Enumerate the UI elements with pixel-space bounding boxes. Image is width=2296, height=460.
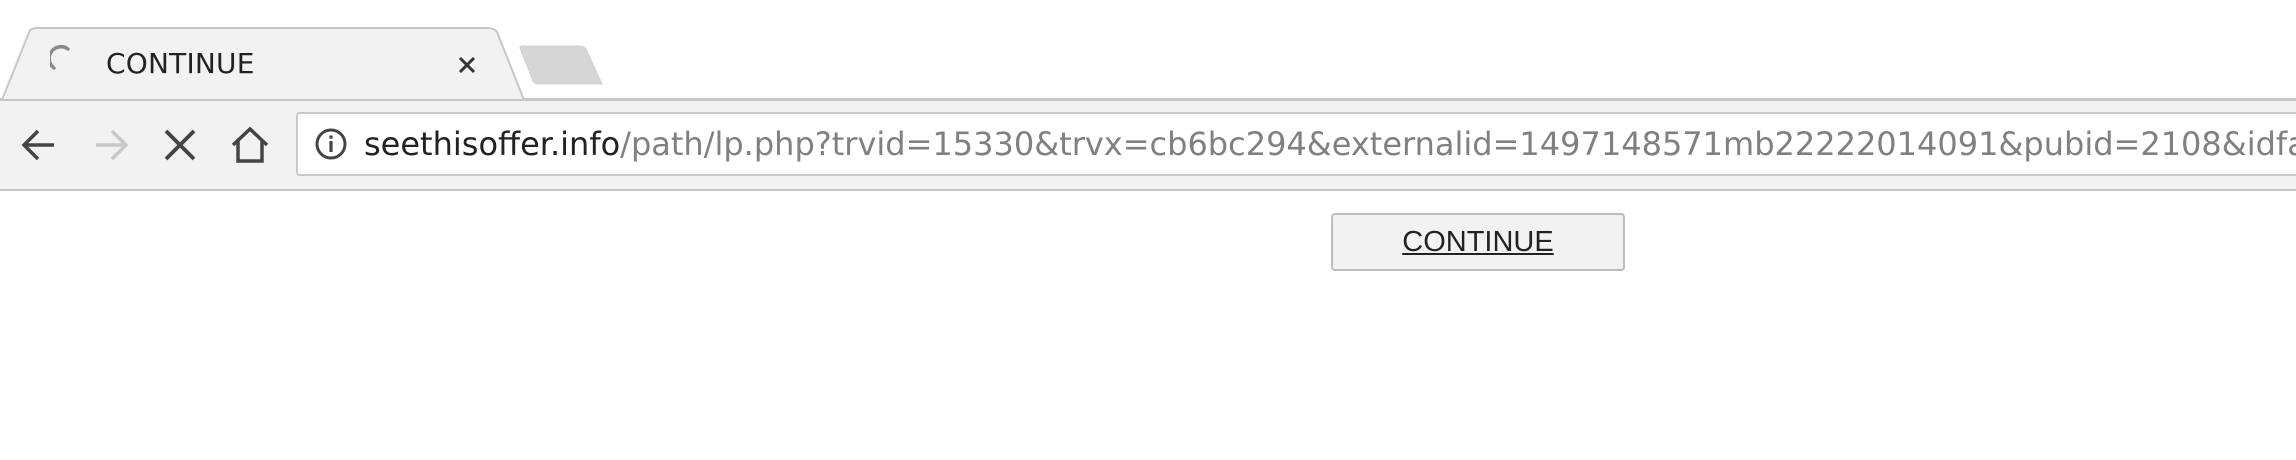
close-tab-icon[interactable] <box>452 50 482 80</box>
loading-spinner-icon <box>50 44 70 70</box>
continue-button[interactable]: CONTINUE <box>1331 213 1625 271</box>
browser-window: CONTINUE seethisoffer.info/path/lp.php?t… <box>0 0 2296 460</box>
url-path: /path/lp.php?trvid=15330&trvx=cb6bc294&e… <box>620 125 2296 163</box>
close-x-icon <box>164 129 196 161</box>
arrow-right-icon <box>96 129 129 161</box>
url-host: seethisoffer.info <box>364 125 621 163</box>
arrow-left-icon <box>21 129 54 161</box>
home-button[interactable] <box>226 121 274 169</box>
toolbar: seethisoffer.info/path/lp.php?trvid=1533… <box>0 99 2296 191</box>
url-text[interactable]: seethisoffer.info/path/lp.php?trvid=1533… <box>364 124 2296 164</box>
tab-title: CONTINUE <box>106 47 255 80</box>
address-bar[interactable]: seethisoffer.info/path/lp.php?trvid=1533… <box>296 112 2296 176</box>
tab-continue[interactable] <box>10 28 520 100</box>
page-content: CONTINUE <box>0 191 2296 460</box>
info-circle-icon[interactable] <box>314 127 348 161</box>
back-button[interactable] <box>16 121 64 169</box>
tab-strip: CONTINUE <box>0 0 2296 100</box>
new-tab-button[interactable] <box>518 44 604 86</box>
home-icon <box>231 126 269 163</box>
stop-loading-button[interactable] <box>156 121 204 169</box>
forward-button[interactable] <box>86 121 134 169</box>
